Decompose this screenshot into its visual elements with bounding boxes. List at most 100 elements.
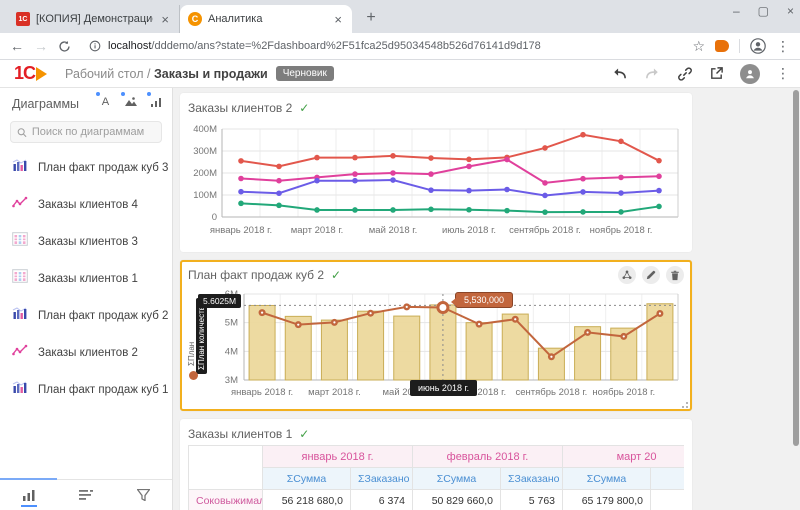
- forward-icon[interactable]: →: [34, 39, 48, 53]
- planfact-2-chart-area[interactable]: 3M4M5M6Mянварь 2018 г.март 2018 г.май 20…: [188, 286, 684, 409]
- share-button[interactable]: [618, 266, 636, 284]
- main-scrollbar[interactable]: [792, 88, 800, 510]
- card-orders-1[interactable]: Заказы клиентов 1 ✓ январь 2018 г.феврал…: [180, 419, 692, 510]
- sidebar-item-2[interactable]: Заказы клиентов 4: [0, 186, 172, 223]
- hovered-point[interactable]: [438, 302, 448, 312]
- search-icon: [17, 127, 27, 138]
- measure-column-header[interactable]: [651, 468, 685, 490]
- window-maximize-icon[interactable]: ▢: [758, 4, 769, 18]
- window-minimize-icon[interactable]: –: [733, 4, 740, 18]
- sidebar-item-7[interactable]: План факт продаж куб 1: [0, 371, 172, 408]
- month-column-header[interactable]: январь 2018 г.: [263, 446, 413, 468]
- undo-icon[interactable]: [611, 66, 628, 81]
- line-chart-icon: [12, 195, 28, 214]
- plan-bar[interactable]: [358, 311, 384, 380]
- sidebar-item-6[interactable]: Заказы клиентов 2: [0, 334, 172, 371]
- draft-badge: Черновик: [276, 66, 334, 81]
- page-info-icon[interactable]: [89, 40, 101, 52]
- plan-bar[interactable]: [394, 316, 420, 380]
- sidebar-item-label: Заказы клиентов 3: [38, 236, 138, 248]
- table-cell: 5 763: [501, 490, 563, 510]
- line-chart-icon: [12, 343, 28, 362]
- browser-tab-strip: 1С [КОПИЯ] Демонстрационная б × C Аналит…: [0, 0, 800, 33]
- header-actions: ⋮: [611, 64, 790, 84]
- card-planfact-2-title: План факт продаж куб 2: [188, 268, 324, 282]
- search-input[interactable]: [32, 126, 155, 138]
- plan-bar[interactable]: [538, 348, 564, 380]
- tab-fields[interactable]: [57, 480, 114, 510]
- open-in-new-icon[interactable]: [709, 66, 724, 81]
- svg-text:май 2018 г.: май 2018 г.: [369, 225, 417, 236]
- bar-chart-icon: [12, 380, 28, 399]
- month-column-header[interactable]: март 20: [563, 446, 685, 468]
- browser-menu-icon[interactable]: ⋮: [776, 38, 790, 55]
- browser-tab-analytics[interactable]: C Аналитика ×: [180, 5, 352, 33]
- saved-check-icon: ✓: [331, 268, 341, 282]
- month-column-header[interactable]: февраль 2018 г.: [413, 446, 563, 468]
- measure-column-header[interactable]: ΣЗаказано: [501, 468, 563, 490]
- reload-icon[interactable]: [58, 40, 71, 53]
- plan-bar[interactable]: [430, 305, 456, 380]
- svg-text:0: 0: [212, 212, 217, 223]
- extension-icon[interactable]: [715, 40, 729, 52]
- sidebar-item-4[interactable]: Заказы клиентов 1: [0, 260, 172, 297]
- redo-icon[interactable]: [644, 66, 661, 81]
- svg-text:март 2018 г.: март 2018 г.: [308, 387, 361, 398]
- chart-search[interactable]: [10, 121, 162, 143]
- scrollbar-thumb[interactable]: [793, 90, 799, 446]
- edit-button[interactable]: [642, 266, 660, 284]
- sidebar-item-1[interactable]: План факт продаж куб 3: [0, 149, 172, 186]
- sidebar-item-3[interactable]: Заказы клиентов 3: [0, 223, 172, 260]
- app-menu-icon[interactable]: ⋮: [776, 65, 790, 82]
- tab2-close-icon[interactable]: ×: [332, 12, 344, 27]
- bookmark-star-icon[interactable]: ☆: [692, 38, 705, 55]
- sidebar-item-label: Заказы клиентов 1: [38, 273, 138, 285]
- sidebar-item-5[interactable]: План факт продаж куб 2: [0, 297, 172, 334]
- tab-charts[interactable]: [0, 480, 57, 510]
- url-path: /dddemo/ans?state=%2Fdashboard%2F51fca25…: [151, 40, 540, 52]
- browser-toolbar: ← → localhost/dddemo/ans?state=%2Fdashbo…: [0, 33, 800, 60]
- table-cell: [651, 490, 685, 510]
- add-text-button[interactable]: A: [99, 95, 112, 113]
- measure-column-header[interactable]: ΣЗаказано: [351, 468, 413, 490]
- add-image-button[interactable]: [124, 95, 138, 113]
- trash-icon: [670, 270, 680, 281]
- app-logo[interactable]: 1С: [14, 63, 47, 84]
- measure-column-header[interactable]: ΣСумма: [413, 468, 501, 490]
- svg-text:ноябрь 2018 г.: ноябрь 2018 г.: [592, 387, 655, 398]
- new-tab-button[interactable]: +: [358, 5, 384, 31]
- delete-button[interactable]: [666, 266, 684, 284]
- measure-column-header[interactable]: ΣСумма: [563, 468, 651, 490]
- card-orders-2-title: Заказы клиентов 2: [188, 101, 292, 115]
- card-orders-2[interactable]: Заказы клиентов 2 ✓ 0100M200M300M400Mянв…: [180, 93, 692, 252]
- resize-handle[interactable]: [680, 400, 688, 408]
- breadcrumb-root[interactable]: Рабочий стол: [65, 67, 143, 81]
- charts-sidebar: Диаграммы A План факт продаж куб 3Заказы…: [0, 88, 173, 510]
- profile-icon[interactable]: [750, 38, 766, 54]
- window-close-icon[interactable]: ×: [787, 4, 794, 18]
- app-logo-text: 1С: [14, 63, 35, 84]
- back-icon[interactable]: ←: [10, 39, 24, 53]
- table-row[interactable]: Соковыжималка "…56 218 680,06 37450 829 …: [189, 490, 685, 510]
- user-avatar[interactable]: [740, 64, 760, 84]
- orders-2-line-chart[interactable]: 0100M200M300M400Mянварь 2018 г.март 2018…: [188, 119, 684, 245]
- breadcrumb: Рабочий стол / Заказы и продажи: [65, 67, 268, 81]
- address-bar[interactable]: localhost/dddemo/ans?state=%2Fdashboard%…: [81, 36, 682, 57]
- svg-text:ноябрь 2018 г.: ноябрь 2018 г.: [590, 225, 653, 236]
- link-icon[interactable]: [677, 66, 693, 82]
- tab2-title: Аналитика: [208, 13, 326, 25]
- orders-1-table[interactable]: январь 2018 г.февраль 2018 г.март 20ΣСум…: [188, 445, 684, 510]
- plan-bar[interactable]: [321, 320, 347, 380]
- plan-bar[interactable]: [466, 323, 492, 380]
- measure-column-header[interactable]: ΣСумма: [263, 468, 351, 490]
- tab1-close-icon[interactable]: ×: [159, 12, 171, 27]
- add-chart-button[interactable]: [150, 95, 162, 113]
- row-label[interactable]: Соковыжималка "…: [189, 490, 263, 510]
- plan-bar[interactable]: [502, 314, 528, 380]
- browser-tab-demo[interactable]: 1С [КОПИЯ] Демонстрационная б ×: [8, 5, 180, 33]
- card-orders-1-title: Заказы клиентов 1: [188, 427, 292, 441]
- table-cell: 65 179 800,0: [563, 490, 651, 510]
- card-planfact-2[interactable]: План факт продаж куб 2 ✓ 3M4M5M6Mянварь …: [180, 260, 692, 411]
- svg-text:200M: 200M: [193, 168, 217, 179]
- tab-filters[interactable]: [115, 480, 172, 510]
